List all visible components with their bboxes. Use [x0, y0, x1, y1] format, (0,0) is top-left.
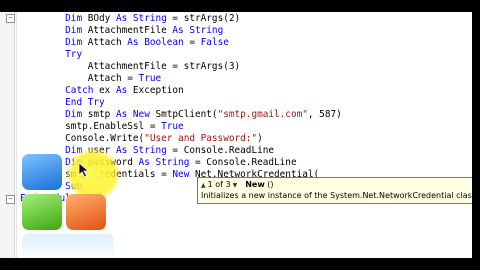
code-keyword: As: [115, 13, 133, 24]
code-keyword: Dim: [65, 109, 88, 120]
logo-tile-blue: [22, 154, 62, 190]
signature-row: ▲ 1 of 3 ▼ New (): [201, 180, 274, 190]
code-text: = Console.ReadLine: [189, 157, 297, 168]
code-keyword: End Try: [65, 97, 105, 108]
code-keyword: String: [132, 145, 167, 156]
code-editor[interactable]: − − Dim BOdy As String = strArgs(2) Dim …: [0, 12, 472, 258]
code-text: AttachmentFile: [87, 25, 173, 36]
code-text: ex: [99, 85, 116, 96]
code-text: BOdy: [87, 13, 116, 24]
logo-tile-orange: [66, 194, 106, 230]
code-keyword: As: [115, 85, 133, 96]
mouse-pointer-icon: [78, 162, 90, 178]
code-keyword: Dim: [65, 25, 88, 36]
code-text: = strArgs(2): [166, 13, 241, 24]
method-name: New: [245, 180, 265, 189]
collapse-icon[interactable]: −: [6, 195, 15, 204]
code-text: ): [257, 133, 263, 144]
code-string: "smtp.gmail.com": [217, 109, 308, 120]
code-text: Attach: [87, 37, 128, 48]
code-line[interactable]: Dim BOdy As String = strArgs(2): [20, 13, 240, 25]
parameter-info-tooltip: ▲ 1 of 3 ▼ New () Initializes a new instanc…: [197, 177, 472, 204]
code-keyword: Dim: [65, 37, 88, 48]
code-string: "User and Password:": [144, 133, 258, 144]
code-line[interactable]: Dim smtp As New SmtpClient("smtp.gmail.c…: [20, 109, 342, 121]
overload-previous-icon[interactable]: ▲: [201, 182, 206, 189]
code-keyword: New: [172, 169, 195, 180]
code-keyword: True: [138, 73, 162, 84]
code-line[interactable]: End Try: [20, 97, 105, 109]
code-keyword: As: [138, 157, 156, 168]
code-line[interactable]: Catch ex As Exception: [20, 85, 184, 97]
code-keyword: String: [189, 25, 224, 36]
logo-reflection: [22, 234, 114, 258]
code-text: smtp: [87, 109, 116, 120]
code-text: Attach =: [87, 73, 139, 84]
collapse-icon[interactable]: −: [6, 14, 15, 23]
code-keyword: Dim: [65, 13, 88, 24]
code-keyword: Catch: [65, 85, 100, 96]
code-line[interactable]: AttachmentFile = strArgs(3): [20, 61, 240, 73]
code-line[interactable]: smtp.EnableSsl = True: [20, 121, 184, 133]
method-description: Initializes a new instance of the System…: [201, 191, 472, 200]
code-keyword: Boolean: [144, 37, 184, 48]
code-text: , 587): [307, 109, 342, 120]
editor-gutter: [0, 12, 15, 258]
code-text: Exception: [132, 85, 184, 96]
code-keyword: As: [127, 37, 145, 48]
bottom-letterbox: [0, 258, 480, 270]
code-keyword: False: [200, 37, 229, 48]
code-line[interactable]: Console.Write("User and Password:"): [20, 133, 263, 145]
logo-tile-green: [22, 194, 62, 230]
code-text: SmtpClient(: [155, 109, 218, 120]
code-keyword: String: [155, 157, 190, 168]
code-line[interactable]: Attach = True: [20, 73, 161, 85]
method-signature: (): [264, 180, 274, 189]
overload-counter: 1 of 3: [207, 180, 231, 189]
code-text: = Console.ReadLine: [166, 145, 275, 156]
code-text: AttachmentFile = strArgs(3): [87, 61, 241, 72]
code-text: smtp.EnableSsl =: [65, 121, 162, 132]
code-line[interactable]: Dim Attach As Boolean = False: [20, 37, 229, 49]
code-line[interactable]: Try: [20, 49, 82, 61]
editor-margin-line: [16, 12, 17, 258]
code-keyword: As: [172, 25, 190, 36]
code-keyword: String: [132, 13, 167, 24]
code-keyword: True: [161, 121, 184, 132]
code-text: Console.Write(: [65, 133, 145, 144]
vb-logo: [18, 148, 128, 258]
code-keyword: As New: [115, 109, 156, 120]
code-line[interactable]: Dim AttachmentFile As String: [20, 25, 223, 37]
code-text: =: [183, 37, 201, 48]
code-keyword: Try: [65, 49, 83, 60]
overload-next-icon[interactable]: ▼: [233, 182, 238, 189]
